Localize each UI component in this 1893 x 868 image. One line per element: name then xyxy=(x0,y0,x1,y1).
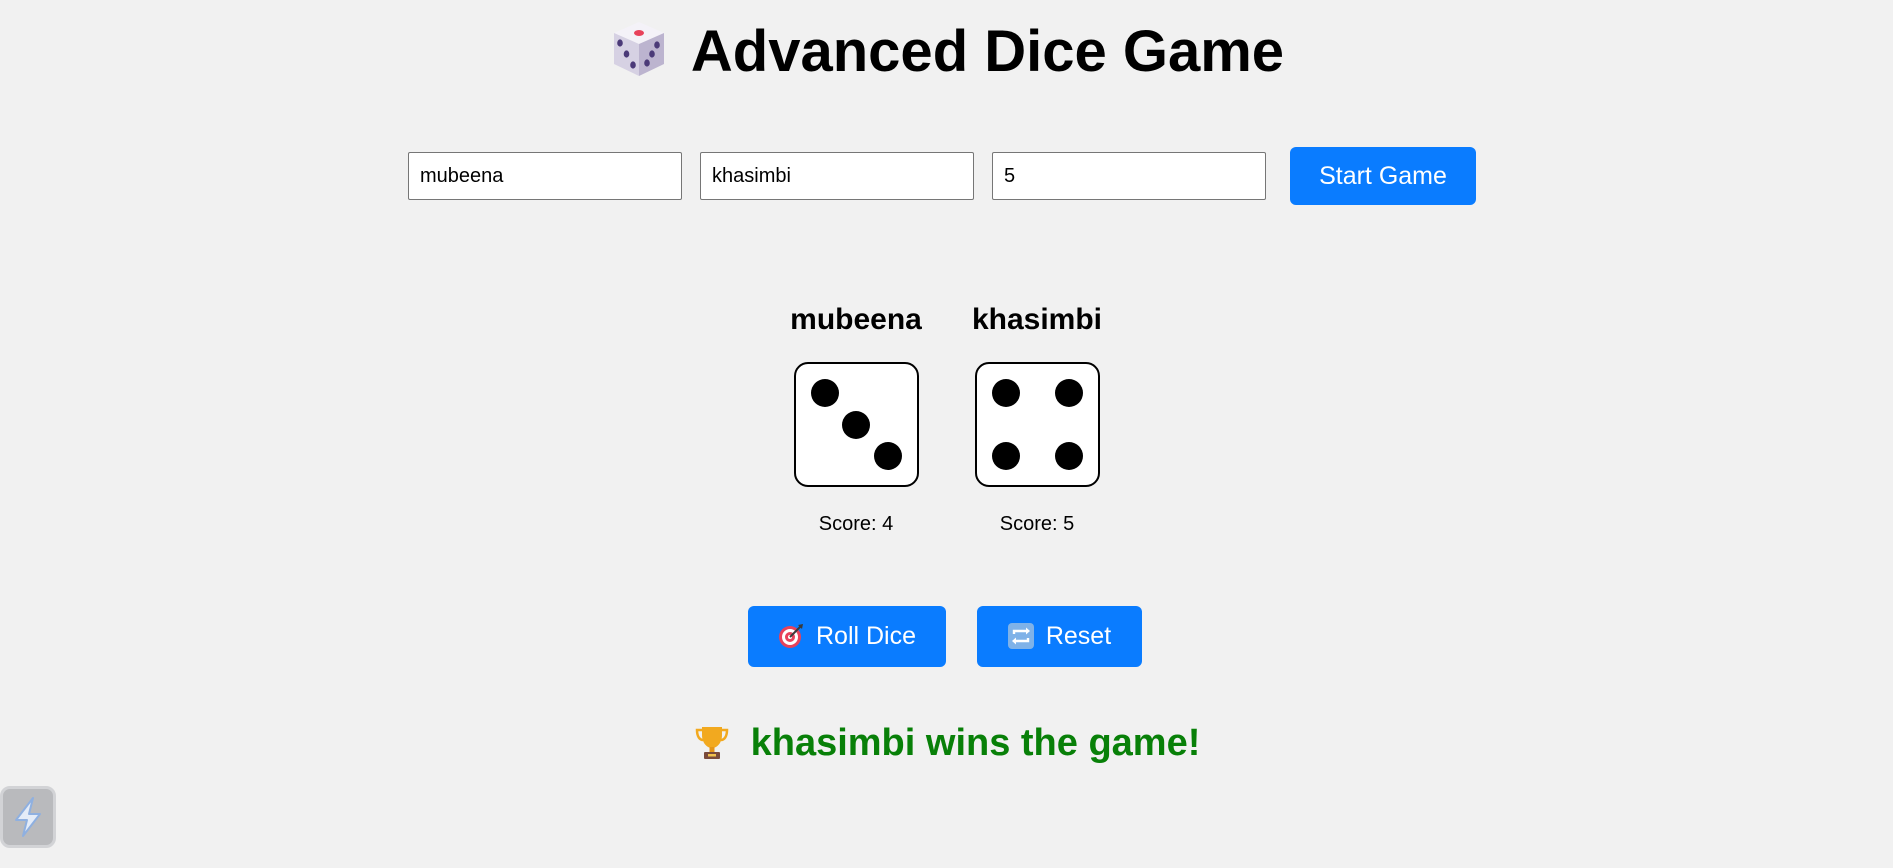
players-area: mubeena Score: 4 khasimbi Score: 5 xyxy=(0,302,1893,536)
reset-button[interactable]: Reset xyxy=(977,606,1142,667)
trophy-icon xyxy=(695,727,728,759)
die-pip xyxy=(991,442,1020,470)
player1-name-input[interactable] xyxy=(408,152,682,200)
player-score: Score: 4 xyxy=(818,513,894,535)
die-icon xyxy=(613,22,664,76)
target-icon xyxy=(778,624,803,648)
game-setup-form: Start Game xyxy=(408,147,1476,205)
lightning-icon xyxy=(15,797,41,837)
player2-name-input[interactable] xyxy=(700,152,974,200)
winner-text: khasimbi wins the game! xyxy=(750,722,1201,764)
reset-label: Reset xyxy=(1045,622,1112,650)
extension-widget[interactable] xyxy=(0,786,56,848)
player1-die xyxy=(793,362,919,487)
page-title-text: Advanced Dice Game xyxy=(690,19,1285,84)
die-pip xyxy=(991,379,1020,407)
player-name: khasimbi xyxy=(971,303,1103,336)
repeat-icon xyxy=(1007,623,1034,649)
die-pip xyxy=(810,379,839,407)
winner-message: khasimbi wins the game! xyxy=(0,718,1893,768)
die-pip xyxy=(873,442,902,470)
player-name: mubeena xyxy=(790,303,922,336)
dice-game-page: Advanced Dice Game Start Game mubeena Sc… xyxy=(0,0,1893,868)
roll-dice-button[interactable]: Roll Dice xyxy=(748,606,946,667)
die-pip xyxy=(1054,379,1083,407)
rounds-input[interactable] xyxy=(992,152,1266,200)
die-pip xyxy=(842,410,870,439)
start-game-button[interactable]: Start Game xyxy=(1290,147,1476,205)
player2-die xyxy=(974,362,1100,487)
die-pip xyxy=(1054,442,1083,470)
page-title: Advanced Dice Game xyxy=(0,12,1893,92)
player-card: mubeena Score: 4 xyxy=(790,302,923,536)
player-score: Score: 5 xyxy=(999,513,1075,535)
player-card: khasimbi Score: 5 xyxy=(971,302,1104,536)
roll-dice-label: Roll Dice xyxy=(815,622,917,650)
game-actions: Roll Dice Reset xyxy=(0,606,1893,667)
